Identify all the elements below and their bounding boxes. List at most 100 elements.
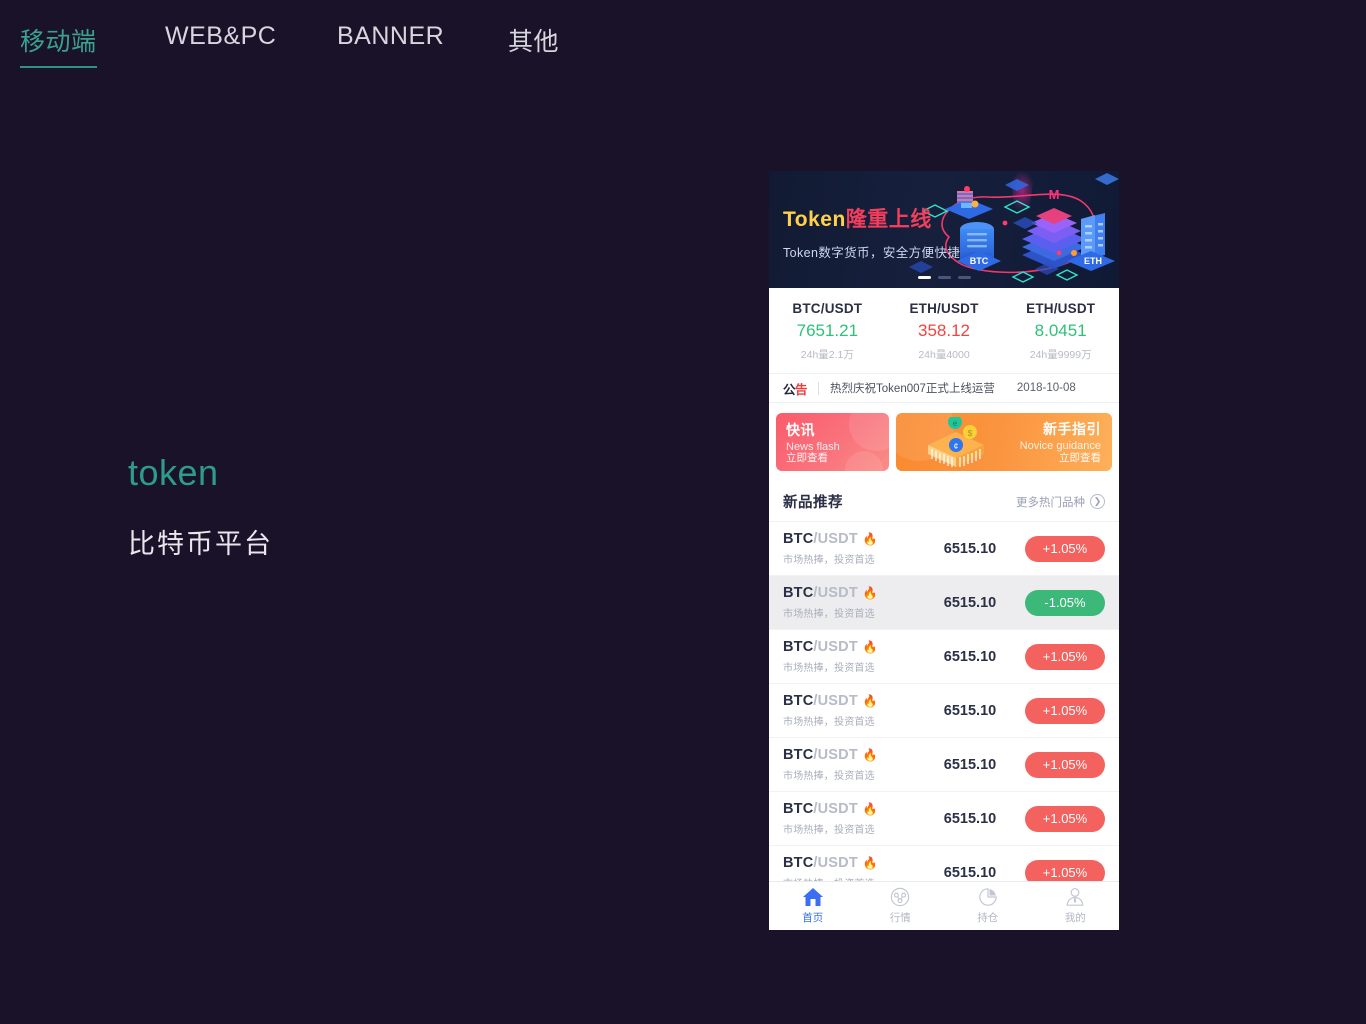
chevron-right-circle-icon: ❯ bbox=[1090, 494, 1105, 509]
ticker-price: 8.0451 bbox=[1034, 321, 1087, 340]
promo-card-news-flash[interactable]: 快讯 News flash 立即查看 bbox=[776, 413, 889, 471]
announcement-tag-part1: 公 bbox=[783, 382, 796, 397]
tabbar-label-positions: 持仓 bbox=[977, 912, 999, 924]
tab-1[interactable]: 移动端 bbox=[20, 22, 97, 68]
coin-name-cell: BTC/USDT 🔥 市场热捧，投资首选 bbox=[783, 747, 915, 782]
tab-label: BANNER bbox=[337, 22, 445, 50]
flame-icon: 🔥 bbox=[862, 640, 879, 654]
table-row[interactable]: BTC/USDT 🔥 市场热捧，投资首选 6515.10 +1.05% bbox=[769, 630, 1119, 684]
section-title: 新品推荐 bbox=[783, 495, 843, 511]
user-icon bbox=[1066, 888, 1084, 906]
page-title: token bbox=[128, 452, 219, 493]
svg-text:M: M bbox=[1049, 187, 1060, 202]
home-icon bbox=[802, 888, 823, 906]
coin-price: 6515.10 bbox=[943, 648, 997, 665]
ticker-price: 358.12 bbox=[918, 321, 970, 340]
coin-quote: /USDT bbox=[813, 855, 858, 871]
coin-description: 市场热捧，投资首选 bbox=[783, 609, 875, 620]
top-navigation: 移动端 WEB&PC BANNER 其他 bbox=[0, 0, 1366, 70]
ticker-volume: 24h量2.1万 bbox=[800, 349, 854, 361]
tab-4[interactable]: 其他 bbox=[508, 22, 559, 68]
coin-name-cell: BTC/USDT 🔥 市场热捧，投资首选 bbox=[783, 639, 915, 674]
carousel-dots[interactable] bbox=[769, 276, 1119, 279]
table-row[interactable]: BTC/USDT 🔥 市场热捧，投资首选 6515.10 +1.05% bbox=[769, 684, 1119, 738]
coin-description: 市场热捧，投资首选 bbox=[783, 555, 875, 566]
treasure-box-icon: ¢ $ e bbox=[928, 417, 984, 467]
section-header-new-products: 新品推荐 更多热门品种 ❯ bbox=[769, 482, 1119, 522]
status-badge: +1.05% bbox=[1025, 535, 1105, 562]
tab-3[interactable]: BANNER bbox=[337, 22, 444, 61]
status-badge: -1.05% bbox=[1025, 589, 1105, 616]
hero-banner[interactable]: M BTC ETH Token隆重上线 Token数字货币，安全方便快捷 bbox=[769, 171, 1119, 288]
status-badge: +1.05% bbox=[1025, 805, 1105, 832]
coin-quote: /USDT bbox=[813, 585, 858, 601]
ticker-volume: 24h量9999万 bbox=[1029, 349, 1092, 361]
tab-label: 移动端 bbox=[20, 28, 97, 56]
ticker-item[interactable]: ETH/USDT 8.0451 24h量9999万 bbox=[1002, 301, 1119, 362]
flame-icon: 🔥 bbox=[862, 586, 879, 600]
coin-base: BTC bbox=[783, 801, 814, 817]
announcement-tag: 公告 bbox=[783, 379, 808, 398]
ticker-pair: BTC/USDT bbox=[792, 301, 863, 316]
coin-quote: /USDT bbox=[813, 801, 858, 817]
ticker-item[interactable]: ETH/USDT 358.12 24h量4000 bbox=[886, 301, 1003, 362]
coin-base: BTC bbox=[783, 747, 814, 763]
phone-mockup: M BTC ETH Token隆重上线 Token数字货币，安全方便快捷 BTC… bbox=[769, 171, 1119, 930]
more-hot-link[interactable]: 更多热门品种 ❯ bbox=[1016, 494, 1105, 510]
coin-price: 6515.10 bbox=[943, 864, 997, 881]
banner-title: Token隆重上线 bbox=[783, 203, 960, 233]
coin-symbol: BTC/USDT 🔥 bbox=[783, 747, 915, 763]
coin-symbol: BTC/USDT 🔥 bbox=[783, 585, 915, 601]
bottom-tab-bar: 首页 行情 持仓 我的 bbox=[769, 881, 1119, 930]
tabbar-item-profile[interactable]: 我的 bbox=[1032, 882, 1120, 930]
coin-price: 6515.10 bbox=[943, 540, 997, 557]
status-badge: +1.05% bbox=[1025, 697, 1105, 724]
carousel-dot[interactable] bbox=[957, 276, 971, 279]
more-hot-label: 更多热门品种 bbox=[1016, 496, 1085, 509]
promo-guidance-text: 新手指引 Novice guidance bbox=[1020, 419, 1101, 452]
tabbar-item-market[interactable]: 行情 bbox=[857, 882, 945, 930]
tab-label: 其他 bbox=[508, 28, 560, 56]
tab-label: WEB&PC bbox=[165, 22, 277, 50]
tabbar-item-positions[interactable]: 持仓 bbox=[944, 882, 1032, 930]
flame-icon: 🔥 bbox=[862, 802, 879, 816]
tabbar-item-home[interactable]: 首页 bbox=[769, 882, 857, 930]
coin-price: 6515.10 bbox=[943, 702, 997, 719]
carousel-dot[interactable] bbox=[917, 276, 931, 279]
ticker-item[interactable]: BTC/USDT 7651.21 24h量2.1万 bbox=[769, 301, 886, 362]
ticker-pair: ETH/USDT bbox=[1026, 301, 1096, 316]
divider bbox=[818, 381, 820, 395]
svg-text:BTC: BTC bbox=[970, 256, 989, 266]
coin-quote: /USDT bbox=[813, 693, 858, 709]
svg-text:e: e bbox=[953, 419, 958, 428]
table-row[interactable]: BTC/USDT 🔥 市场热捧，投资首选 6515.10 -1.05% bbox=[769, 576, 1119, 630]
tab-active-underline bbox=[20, 66, 97, 68]
promo-news-cta[interactable]: 立即查看 bbox=[786, 450, 828, 465]
hero-block: token 比特币平台 bbox=[128, 452, 273, 561]
announcement-bar[interactable]: 公告 热烈庆祝Token007正式上线运营 2018-10-08 bbox=[769, 373, 1119, 403]
coin-quote: /USDT bbox=[813, 531, 858, 547]
flame-icon: 🔥 bbox=[862, 694, 879, 708]
table-row[interactable]: BTC/USDT 🔥 市场热捧，投资首选 6515.10 +1.05% bbox=[769, 738, 1119, 792]
page-subtitle: 比特币平台 bbox=[128, 529, 273, 559]
svg-text:$: $ bbox=[968, 429, 973, 438]
coin-description: 市场热捧，投资首选 bbox=[783, 717, 875, 728]
coin-price: 6515.10 bbox=[943, 810, 997, 827]
tab-2[interactable]: WEB&PC bbox=[165, 22, 276, 61]
promo-guidance-cta[interactable]: 立即查看 bbox=[1059, 450, 1101, 465]
promo-card-novice-guidance[interactable]: ¢ $ e 新手指引 Novice guidance 立即查看 bbox=[896, 413, 1112, 471]
table-row[interactable]: BTC/USDT 🔥 市场热捧，投资首选 6515.10 +1.05% bbox=[769, 792, 1119, 846]
decor-blob bbox=[845, 451, 883, 471]
table-row[interactable]: BTC/USDT 🔥 市场热捧，投资首选 6515.10 +1.05% bbox=[769, 522, 1119, 576]
coin-base: BTC bbox=[783, 855, 814, 871]
announcement-tag-part2: 告 bbox=[795, 382, 808, 397]
carousel-dot[interactable] bbox=[937, 276, 951, 279]
coin-quote: /USDT bbox=[813, 747, 858, 763]
coin-name-cell: BTC/USDT 🔥 市场热捧，投资首选 bbox=[783, 585, 915, 620]
decor-blob bbox=[849, 413, 889, 451]
flame-icon: 🔥 bbox=[862, 532, 879, 546]
promo-cards: 快讯 News flash 立即查看 ¢ $ e 新手指引 Novice gui… bbox=[769, 403, 1119, 482]
coin-symbol: BTC/USDT 🔥 bbox=[783, 693, 915, 709]
svg-text:ETH: ETH bbox=[1084, 256, 1102, 266]
coin-price: 6515.10 bbox=[943, 756, 997, 773]
